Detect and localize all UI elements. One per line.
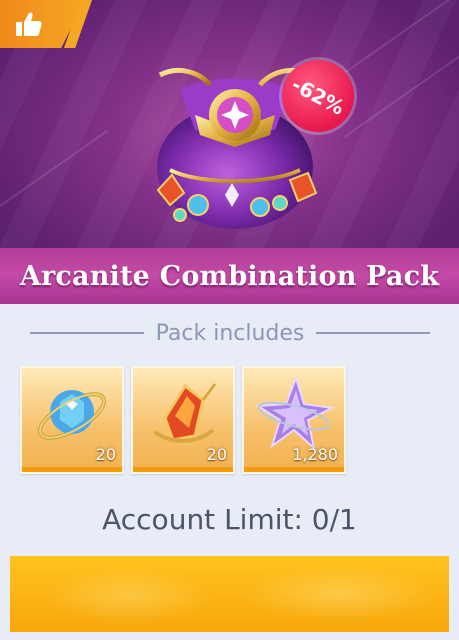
discount-label: -62%: [287, 72, 349, 120]
pack-includes-label: Pack includes: [155, 320, 305, 346]
item-count: 1,280: [292, 445, 338, 464]
pack-item-blue-orb[interactable]: 20: [20, 366, 124, 474]
item-bar: [133, 467, 233, 472]
item-count: 20: [95, 445, 116, 464]
discount-badge: -62%: [282, 60, 354, 132]
pack-title: Arcanite Combination Pack: [19, 260, 440, 292]
blue-orb-icon: [38, 390, 106, 440]
purple-star-icon: [254, 374, 336, 451]
thumbs-up-icon: [16, 12, 42, 36]
red-crystal-icon: [153, 383, 217, 443]
account-limit: Account Limit: 0/1: [102, 503, 357, 536]
divider-right: [316, 332, 431, 334]
pack-card: -62% Arcanite Combination Pack Pack incl…: [0, 0, 459, 640]
item-count: 20: [206, 445, 227, 464]
divider-left: [30, 332, 144, 334]
pack-item-red-crystal[interactable]: 20: [131, 366, 235, 474]
pack-item-list: 20 20 1,280: [20, 366, 440, 476]
purchase-button[interactable]: [10, 556, 449, 632]
decor-stripe: [0, 130, 108, 212]
pack-hero: -62%: [0, 0, 459, 252]
pack-title-band: Arcanite Combination Pack: [0, 248, 459, 304]
item-bar: [244, 467, 344, 472]
pack-includes-header: Pack includes: [30, 318, 431, 348]
item-bar: [22, 467, 122, 472]
pack-item-purple-star[interactable]: 1,280: [242, 366, 346, 474]
